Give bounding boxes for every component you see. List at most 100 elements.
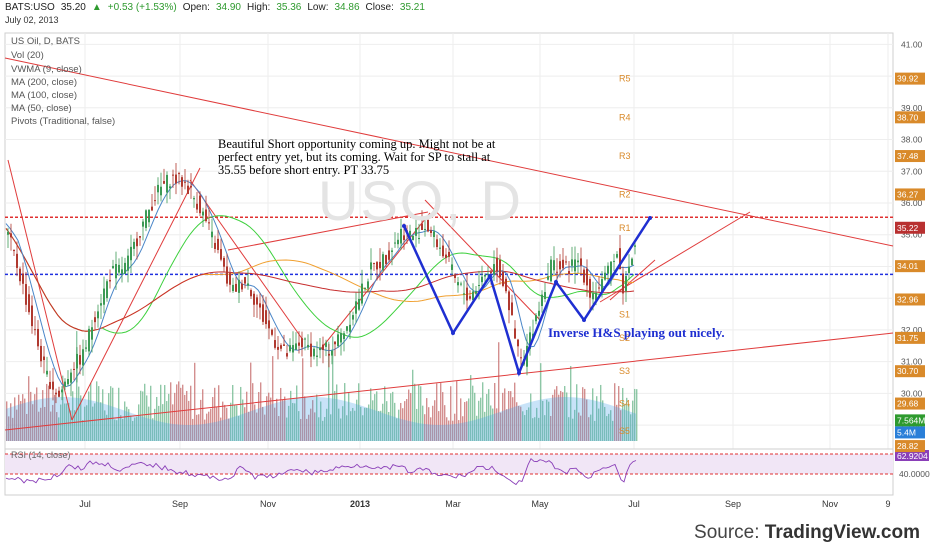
candle-body — [340, 332, 342, 343]
candle-body — [334, 341, 336, 345]
candle-body — [622, 273, 624, 294]
candle-body — [625, 276, 627, 292]
source-brand: TradingView.com — [764, 522, 920, 543]
indicator-series[interactable]: US Oil, D, BATS — [11, 36, 80, 47]
candle-body — [463, 293, 465, 295]
candle-body — [367, 281, 369, 289]
close-value: 35.21 — [399, 2, 425, 13]
indicator-ma100[interactable]: MA (100, close) — [11, 90, 77, 101]
candle-body — [40, 345, 42, 362]
candle-body — [16, 253, 18, 268]
candle-body — [244, 277, 246, 284]
candle-body — [490, 271, 492, 273]
candle-body — [505, 278, 507, 292]
candle-body — [13, 249, 15, 252]
candle-body — [454, 274, 456, 278]
candle-body — [568, 271, 570, 275]
candle-body — [136, 238, 138, 247]
time-tick: May — [531, 499, 549, 509]
candle-body — [502, 271, 504, 286]
candle-body — [388, 250, 390, 260]
candle-body — [190, 186, 192, 188]
pivot-r1: R1 — [619, 223, 631, 233]
volume-bar — [636, 389, 638, 441]
candle-body — [172, 174, 174, 176]
price-tick: 41.00 — [901, 39, 923, 49]
candle-body — [142, 221, 144, 227]
candle-body — [352, 315, 354, 320]
candle-body — [379, 261, 381, 269]
candle-body — [451, 264, 453, 270]
candle-body — [403, 235, 405, 240]
time-tick: 9 — [885, 499, 890, 509]
price-label: 5.4M — [897, 427, 916, 437]
symbol: BATS:USO — [5, 2, 55, 13]
candle-body — [553, 260, 555, 271]
pattern-vertex — [648, 216, 652, 220]
candle-body — [319, 347, 321, 351]
candle-body — [58, 390, 60, 397]
candle-body — [514, 328, 516, 339]
price-axis: 41.0040.0039.0038.0037.0036.0035.0034.00… — [895, 39, 925, 453]
candle-body — [25, 284, 27, 305]
time-tick: Sep — [725, 499, 741, 509]
candle-body — [250, 290, 252, 297]
candle-body — [100, 303, 102, 306]
candle-body — [481, 276, 483, 283]
price-label: 39.92 — [897, 74, 919, 84]
candle-body — [52, 381, 54, 390]
candle-body — [115, 264, 117, 279]
candle-body — [151, 206, 153, 211]
pattern-vertex — [451, 331, 455, 335]
pattern-vertex — [517, 371, 521, 375]
candle-body — [238, 279, 240, 293]
candle-body — [232, 284, 234, 292]
indicator-ma200[interactable]: MA (200, close) — [11, 77, 77, 88]
candle-body — [61, 389, 63, 393]
candle-body — [598, 287, 600, 289]
candle-body — [181, 177, 183, 187]
high-value: 35.36 — [276, 2, 302, 13]
candle-body — [175, 174, 177, 184]
candle-body — [322, 344, 324, 350]
candle-body — [511, 302, 513, 316]
pivot-r2: R2 — [619, 189, 631, 199]
watermark: USO, D — [318, 169, 523, 232]
candle-body — [310, 343, 312, 357]
indicator-pivots[interactable]: Pivots (Traditional, false) — [11, 116, 115, 127]
candle-body — [103, 288, 105, 305]
candle-body — [91, 327, 93, 340]
price-label: 32.96 — [897, 294, 919, 304]
time-tick: Jul — [628, 499, 640, 509]
candle-body — [517, 339, 519, 347]
candle-body — [460, 283, 462, 285]
candle-body — [271, 329, 273, 335]
candle-body — [376, 262, 378, 270]
candle-body — [466, 287, 468, 301]
indicator-vwma[interactable]: VWMA (9, close) — [11, 64, 82, 75]
candle-body — [475, 290, 477, 294]
indicator-volume[interactable]: Vol (20) — [11, 50, 44, 61]
candle-body — [262, 304, 264, 322]
candle-body — [283, 344, 285, 346]
candle-body — [214, 242, 216, 249]
candle-body — [88, 328, 90, 352]
pivot-r5: R5 — [619, 74, 631, 84]
candle-body — [31, 305, 33, 327]
candle-body — [49, 382, 51, 389]
candle-body — [85, 347, 87, 349]
last-price: 35.20 — [60, 2, 86, 13]
candle-body — [289, 345, 291, 352]
chart-date: July 02, 2013 — [5, 15, 59, 25]
candle-body — [355, 301, 357, 314]
candle-body — [298, 342, 300, 346]
candle-body — [442, 245, 444, 257]
candle-body — [193, 198, 195, 200]
price-label: 35.22 — [897, 223, 919, 233]
candle-body — [634, 245, 636, 247]
candle-body — [565, 261, 567, 263]
candle-body — [538, 310, 540, 316]
candle-body — [145, 210, 147, 228]
indicator-ma50[interactable]: MA (50, close) — [11, 103, 72, 114]
price-change: +0.53 (+1.53%) — [107, 2, 177, 13]
